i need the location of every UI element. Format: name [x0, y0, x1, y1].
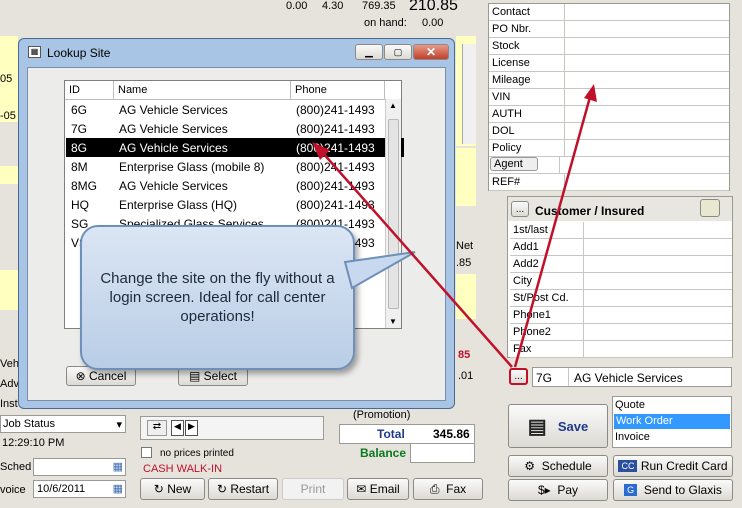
arrow-head-vin [584, 84, 597, 102]
callout-pointer [343, 251, 416, 290]
callout-arrows [312, 84, 597, 368]
arrow-to-selected-row [321, 151, 513, 368]
arrow-to-vin [513, 96, 592, 368]
